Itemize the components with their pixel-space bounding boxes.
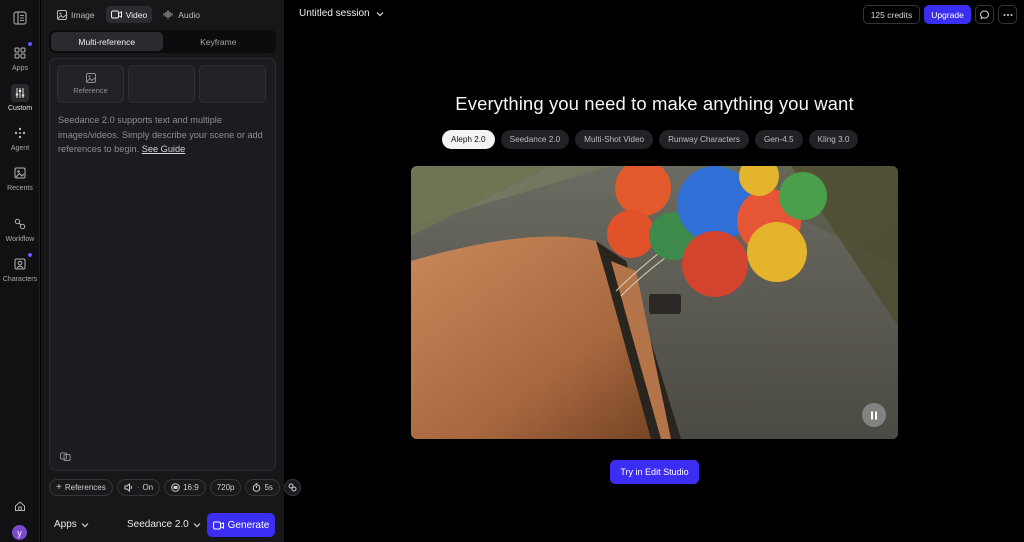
tab-label: Audio — [178, 9, 200, 20]
video-icon — [212, 521, 224, 529]
more-options-button[interactable] — [998, 5, 1017, 24]
link-icon — [288, 483, 297, 492]
rail-label: Agent — [10, 145, 30, 152]
home-icon[interactable] — [11, 497, 29, 515]
generate-button[interactable]: Generate — [207, 513, 275, 537]
see-guide-link[interactable]: See Guide — [142, 144, 185, 154]
tab-image[interactable]: Image — [52, 6, 100, 23]
reference-slot-empty[interactable] — [199, 65, 266, 103]
pause-icon — [871, 411, 877, 419]
rail-item-custom[interactable]: Custom — [0, 84, 40, 112]
chip-label: On — [142, 483, 154, 492]
reference-mode-tabs: Multi-reference Keyframe — [49, 30, 276, 53]
reference-slots: Reference — [57, 65, 266, 103]
image-icon — [57, 9, 67, 20]
reference-label: Reference — [73, 86, 108, 95]
session-title: Untitled session — [299, 8, 370, 19]
tab-label: Video — [125, 9, 148, 20]
credits-badge[interactable]: 125 credits — [863, 5, 920, 24]
chevron-down-icon — [193, 522, 201, 527]
tab-video[interactable]: Video — [105, 6, 153, 23]
left-rail: Apps Custom Agent Recents Workflow Chara… — [0, 0, 40, 542]
model-pills: Aleph 2.0 Seedance 2.0 Multi-Shot Video … — [442, 130, 859, 149]
sidebar-toggle-icon[interactable] — [11, 10, 29, 26]
reference-slot-empty[interactable] — [128, 65, 195, 103]
timer-icon — [253, 483, 261, 492]
rail-label: Characters — [2, 276, 38, 283]
session-title-dropdown[interactable]: Untitled session — [299, 8, 384, 19]
chip-separator: · — [136, 483, 140, 492]
rail-item-apps[interactable]: Apps — [0, 42, 40, 72]
rail-label: Recents — [7, 185, 33, 192]
recents-icon — [11, 164, 29, 182]
preview-video[interactable] — [411, 166, 898, 439]
tab-multi-reference[interactable]: Multi-reference — [51, 32, 163, 51]
notification-dot — [28, 253, 32, 257]
rail-item-characters[interactable]: Characters — [0, 253, 40, 283]
pause-button[interactable] — [862, 403, 886, 427]
audio-chip[interactable]: · On — [116, 479, 161, 496]
agent-icon — [11, 124, 29, 142]
tab-audio[interactable]: Audio — [158, 6, 205, 23]
sliders-icon — [11, 84, 29, 102]
chip-label: References — [64, 483, 106, 492]
pill-seedance[interactable]: Seedance 2.0 — [500, 130, 570, 149]
aspect-ratio-icon — [171, 483, 180, 492]
more-settings-chip[interactable] — [283, 479, 301, 496]
pill-gen-45[interactable]: Gen-4.5 — [755, 130, 803, 149]
chat-icon — [979, 10, 989, 19]
add-image-icon — [85, 73, 96, 83]
prompt-box[interactable]: Reference Seedance 2.0 supports text and… — [49, 58, 276, 471]
feedback-button[interactable] — [975, 5, 994, 24]
rail-label: Custom — [7, 105, 33, 112]
try-edit-studio-button[interactable]: Try in Edit Studio — [610, 460, 699, 484]
video-icon — [110, 10, 122, 19]
model-label: Seedance 2.0 — [127, 519, 189, 530]
reference-slot[interactable]: Reference — [57, 65, 124, 103]
pill-runway-characters[interactable]: Runway Characters — [659, 130, 749, 149]
rail-label: Apps — [12, 65, 28, 72]
page-title: Everything you need to make anything you… — [455, 93, 854, 114]
references-chip[interactable]: + References — [49, 479, 113, 496]
rail-item-agent[interactable]: Agent — [0, 124, 40, 152]
settings-chips: + References · On 16:9 720p 5s — [49, 479, 301, 496]
pill-kling[interactable]: Kling 3.0 — [808, 130, 859, 149]
video-frame-illustration — [411, 166, 898, 439]
duration-chip[interactable]: 5s — [245, 479, 280, 496]
apps-label: Apps — [54, 519, 77, 530]
avatar[interactable]: y — [12, 525, 27, 540]
model-dropdown[interactable]: Seedance 2.0 — [127, 519, 201, 530]
chevron-down-icon — [81, 522, 89, 527]
audio-icon — [163, 10, 173, 19]
mode-tabs: Image Video Audio — [52, 6, 205, 23]
generate-label: Generate — [227, 519, 270, 531]
notification-dot — [28, 42, 32, 46]
apps-icon — [11, 42, 32, 62]
prompt-placeholder[interactable]: Seedance 2.0 supports text and multiple … — [58, 113, 270, 157]
chip-label: 16:9 — [183, 483, 199, 492]
pill-multi-shot-video[interactable]: Multi-Shot Video — [575, 130, 654, 149]
pill-aleph[interactable]: Aleph 2.0 — [442, 130, 495, 149]
chevron-down-icon — [376, 11, 384, 16]
chip-label: 5s — [264, 483, 273, 492]
tab-keyframe[interactable]: Keyframe — [163, 32, 275, 51]
upgrade-button[interactable]: Upgrade — [924, 5, 971, 24]
rail-label: Workflow — [5, 236, 35, 243]
more-icon — [1003, 13, 1012, 16]
speaker-icon — [124, 483, 132, 492]
attachment-toggle-icon[interactable] — [59, 450, 71, 462]
apps-dropdown[interactable]: Apps — [54, 519, 89, 530]
resolution-chip[interactable]: 720p — [209, 479, 242, 496]
workflow-icon — [11, 215, 29, 233]
aspect-ratio-chip[interactable]: 16:9 — [164, 479, 206, 496]
plus-icon: + — [56, 482, 62, 493]
characters-icon — [11, 253, 32, 273]
tab-label: Image — [71, 9, 95, 20]
rail-item-recents[interactable]: Recents — [0, 164, 40, 192]
chip-label: 720p — [216, 483, 235, 492]
rail-item-workflow[interactable]: Workflow — [0, 215, 40, 243]
